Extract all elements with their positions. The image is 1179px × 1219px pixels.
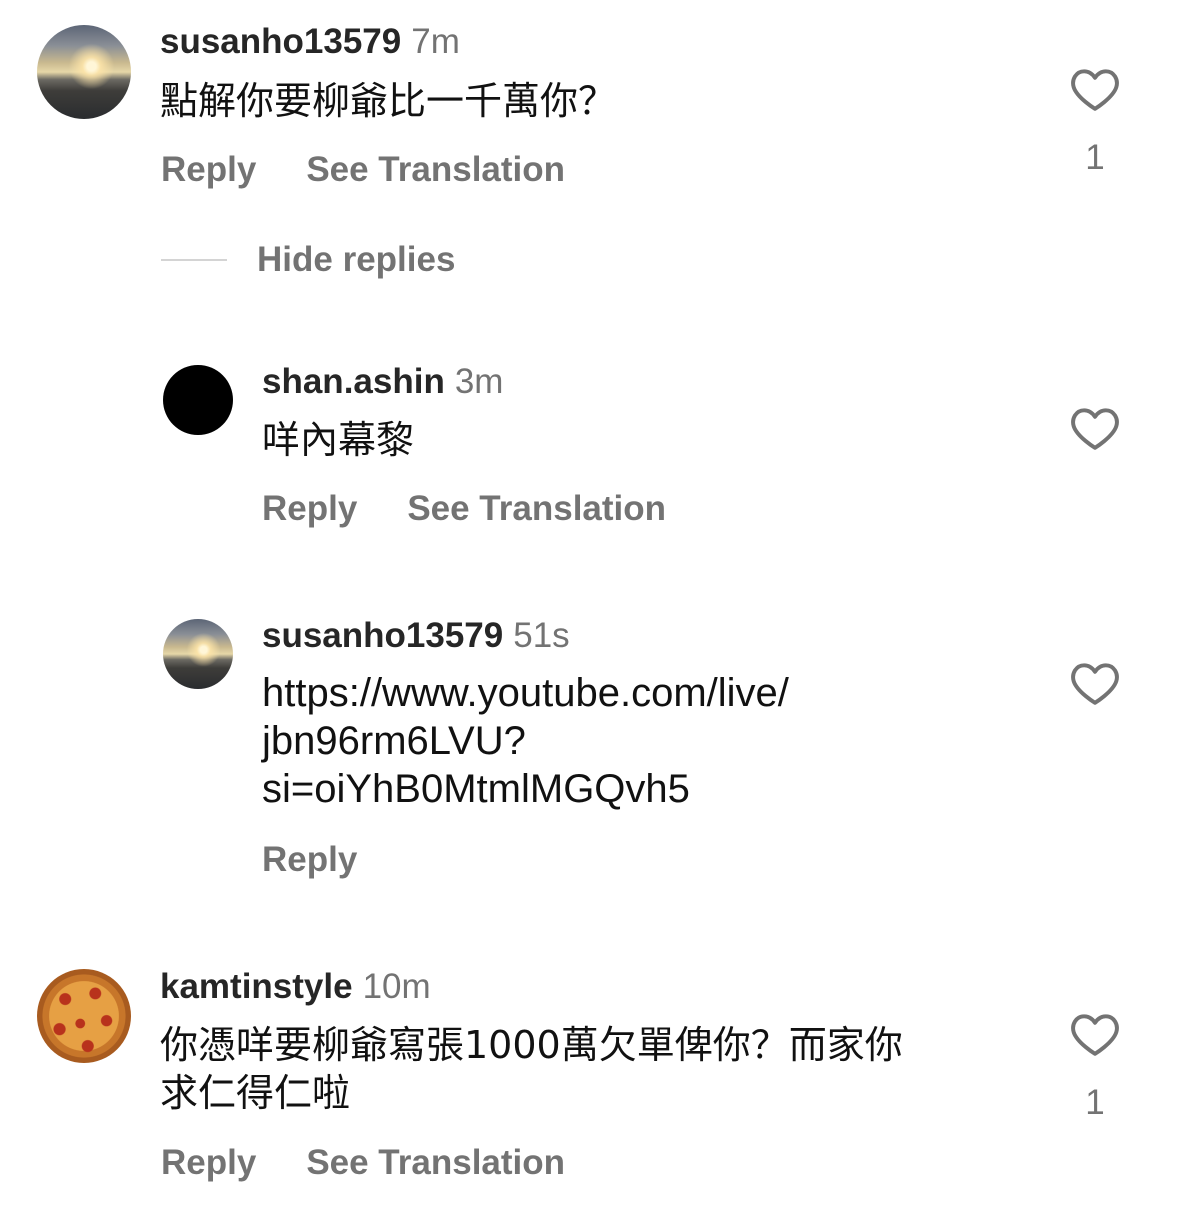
divider: [161, 259, 227, 261]
comment-header: shan.ashin 3m: [262, 362, 503, 402]
link-text-line[interactable]: si=oiYhB0MtmlMGQvh5: [262, 765, 789, 813]
comment-actions: Reply: [262, 840, 357, 880]
see-translation-button[interactable]: See Translation: [407, 489, 666, 528]
comment-text: 你憑咩要柳爺寫張1000萬欠單俾你？而家你 求仁得仁啦: [160, 1021, 903, 1117]
heart-outline-icon[interactable]: [1070, 1011, 1120, 1057]
link-text-line[interactable]: https://www.youtube.com/live/: [262, 669, 789, 717]
comment-actions: Reply See Translation: [161, 150, 565, 190]
timestamp: 10m: [362, 967, 431, 1006]
comment-actions: Reply See Translation: [161, 1143, 565, 1183]
comment-header: kamtinstyle 10m: [160, 967, 431, 1007]
timestamp: 51s: [513, 616, 570, 655]
username-link[interactable]: kamtinstyle: [160, 967, 353, 1006]
avatar[interactable]: [163, 619, 233, 689]
hide-replies-button[interactable]: Hide replies: [161, 240, 455, 280]
link-text-line[interactable]: jbn96rm6LVU?: [262, 717, 789, 765]
reply-button[interactable]: Reply: [262, 489, 357, 528]
comment-text-line: 求仁得仁啦: [160, 1071, 351, 1115]
heart-outline-icon[interactable]: [1070, 66, 1120, 112]
see-translation-button[interactable]: See Translation: [306, 1143, 565, 1182]
avatar[interactable]: [37, 25, 131, 119]
comment-header: susanho13579 51s: [262, 616, 570, 656]
username-link[interactable]: susanho13579: [262, 616, 503, 655]
comment-text: 咩內幕黎: [262, 418, 415, 462]
reply-button[interactable]: Reply: [262, 840, 357, 879]
like-count: 1: [1085, 138, 1105, 177]
heart-outline-icon[interactable]: [1070, 660, 1120, 706]
heart-outline-icon[interactable]: [1070, 405, 1120, 451]
timestamp: 7m: [411, 22, 460, 61]
username-link[interactable]: shan.ashin: [262, 362, 445, 401]
timestamp: 3m: [454, 362, 504, 401]
hide-replies-label: Hide replies: [257, 240, 456, 279]
comment-header: susanho13579 7m: [160, 22, 460, 62]
comment-text-line: 你憑咩要柳爺寫張1000萬欠單俾你？而家你: [160, 1023, 903, 1067]
reply-button[interactable]: Reply: [161, 1143, 256, 1182]
see-translation-button[interactable]: See Translation: [306, 150, 565, 189]
like-count: 1: [1085, 1083, 1105, 1122]
comment-text: https://www.youtube.com/live/ jbn96rm6LV…: [262, 669, 789, 813]
username-link[interactable]: susanho13579: [160, 22, 401, 61]
avatar[interactable]: [163, 365, 233, 435]
avatar[interactable]: [37, 969, 131, 1063]
reply-button[interactable]: Reply: [161, 150, 256, 189]
comment-actions: Reply See Translation: [262, 489, 666, 529]
comment-text: 點解你要柳爺比一千萬你？: [160, 79, 617, 123]
